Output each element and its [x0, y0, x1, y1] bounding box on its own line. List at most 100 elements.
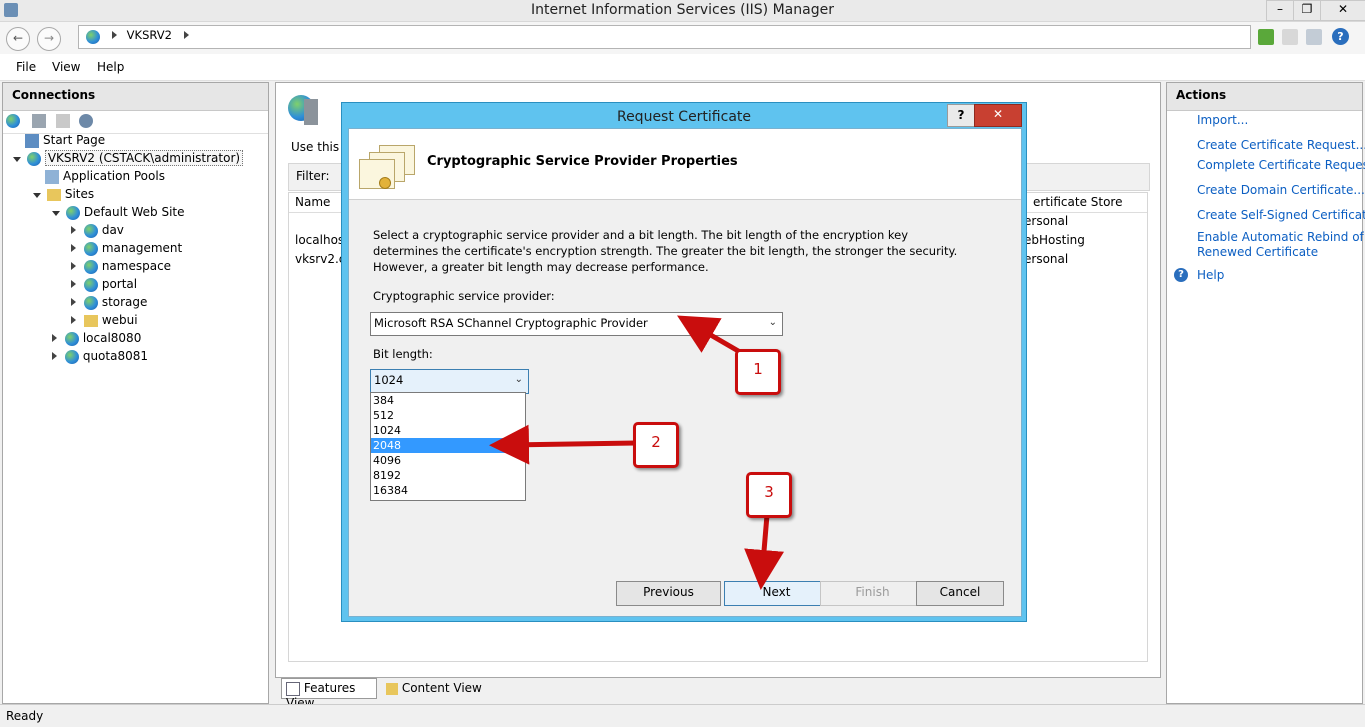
- tree-item[interactable]: VKSRV2 (CSTACK\administrator): [13, 149, 244, 167]
- collapse-icon[interactable]: [71, 298, 76, 306]
- tree-item[interactable]: dav: [71, 221, 124, 239]
- tree-item[interactable]: management: [71, 239, 182, 257]
- actions-header: Actions: [1167, 83, 1362, 111]
- up-icon[interactable]: [55, 114, 70, 128]
- back-button[interactable]: ←: [6, 27, 30, 51]
- tree-item[interactable]: portal: [71, 275, 137, 293]
- connect-icon[interactable]: [6, 114, 20, 128]
- dialog-description: Select a cryptographic service provider …: [373, 228, 958, 274]
- close-window-button[interactable]: ✕: [1320, 0, 1365, 21]
- bit-option[interactable]: 16384: [371, 483, 525, 498]
- menu-help[interactable]: Help: [97, 60, 124, 74]
- annotation-badge-3: 3: [746, 472, 792, 518]
- collapse-icon[interactable]: [71, 244, 76, 252]
- server-icon: [86, 30, 100, 44]
- filter-label: Filter:: [296, 169, 330, 183]
- connections-header: Connections: [3, 83, 268, 111]
- address-server[interactable]: VKSRV2: [127, 28, 172, 42]
- next-button[interactable]: Next: [724, 581, 829, 606]
- collapse-icon[interactable]: [71, 262, 76, 270]
- connections-panel: Connections Start Page VKSRV2 (CSTACK\ad…: [2, 82, 269, 704]
- action-create-domain-cert[interactable]: Create Domain Certificate...: [1197, 183, 1365, 197]
- bit-option[interactable]: 512: [371, 408, 525, 423]
- restore-button[interactable]: ❐: [1293, 0, 1321, 21]
- previous-button[interactable]: Previous: [616, 581, 721, 606]
- status-text: Ready: [6, 709, 44, 723]
- sites-folder-icon: [46, 188, 61, 201]
- bit-option[interactable]: 8192: [371, 468, 525, 483]
- disconnect-icon[interactable]: [79, 114, 94, 128]
- address-bar[interactable]: VKSRV2: [78, 25, 1251, 49]
- tree-item[interactable]: Default Web Site: [52, 203, 185, 221]
- help-circle-icon[interactable]: ?: [1332, 28, 1349, 45]
- refresh-icon[interactable]: [1258, 29, 1274, 45]
- csp-value: Microsoft RSA SChannel Cryptographic Pro…: [374, 316, 648, 330]
- chevron-down-icon: ⌄: [514, 374, 523, 385]
- expand-icon[interactable]: [33, 193, 41, 198]
- collapse-icon[interactable]: [52, 334, 57, 342]
- server-tower-icon: [304, 99, 318, 125]
- action-import[interactable]: Import...: [1197, 113, 1248, 127]
- dialog-help-button[interactable]: ?: [947, 104, 975, 127]
- action-enable-auto-rebind-2[interactable]: Renewed Certificate: [1197, 245, 1318, 259]
- expand-icon[interactable]: [13, 157, 21, 162]
- tree-item[interactable]: Start Page: [25, 131, 105, 149]
- action-create-cert-request[interactable]: Create Certificate Request...: [1197, 138, 1365, 152]
- window-title: Internet Information Services (IIS) Mana…: [531, 2, 834, 18]
- action-create-self-signed-cert[interactable]: Create Self-Signed Certificate...: [1197, 208, 1365, 222]
- bit-option-highlighted[interactable]: 2048: [371, 438, 525, 453]
- features-view-icon: [286, 681, 300, 696]
- expand-icon[interactable]: [52, 211, 60, 216]
- collapse-icon[interactable]: [71, 316, 76, 324]
- page-description: Use this f: [291, 140, 348, 154]
- dialog-close-button[interactable]: ✕: [974, 104, 1022, 127]
- action-help[interactable]: Help: [1197, 268, 1224, 282]
- bit-length-label: Bit length:: [373, 347, 433, 361]
- tree-item[interactable]: namespace: [71, 257, 171, 275]
- forward-button[interactable]: →: [37, 27, 61, 51]
- stop-icon[interactable]: [1282, 29, 1298, 45]
- bit-option[interactable]: 384: [371, 393, 525, 408]
- collapse-icon[interactable]: [71, 226, 76, 234]
- globe-icon: [65, 205, 80, 220]
- minimize-button[interactable]: –: [1266, 0, 1294, 21]
- csp-label: Cryptographic service provider:: [373, 289, 555, 303]
- tree-item[interactable]: local8080: [52, 329, 141, 347]
- finish-button[interactable]: Finish: [820, 581, 925, 606]
- tree-item[interactable]: Sites: [33, 185, 94, 203]
- dialog-header: Cryptographic Service Provider Propertie…: [349, 129, 1021, 200]
- home-icon[interactable]: [1306, 29, 1322, 45]
- help-icon: ?: [1174, 268, 1188, 282]
- menu-bar: File View Help: [0, 54, 1365, 81]
- action-complete-cert-request[interactable]: Complete Certificate Request...: [1197, 158, 1365, 172]
- dialog-heading: Cryptographic Service Provider Propertie…: [427, 154, 738, 169]
- features-view-tab[interactable]: Features View: [281, 678, 377, 710]
- csp-select[interactable]: Microsoft RSA SChannel Cryptographic Pro…: [370, 312, 783, 336]
- action-enable-auto-rebind[interactable]: Enable Automatic Rebind of: [1197, 230, 1364, 244]
- request-certificate-dialog: Request Certificate ? ✕ Cryptographic Se…: [341, 102, 1027, 622]
- collapse-icon[interactable]: [52, 352, 57, 360]
- cancel-button[interactable]: Cancel: [916, 581, 1004, 606]
- save-icon[interactable]: [31, 114, 46, 128]
- menu-file[interactable]: File: [16, 60, 36, 74]
- tree-item[interactable]: webui: [71, 311, 138, 329]
- menu-view[interactable]: View: [52, 60, 80, 74]
- content-view-tab[interactable]: Content View: [384, 679, 484, 699]
- tree-item[interactable]: quota8081: [52, 347, 148, 365]
- bit-option[interactable]: 1024: [371, 423, 525, 438]
- tree-item[interactable]: storage: [71, 293, 147, 311]
- app-icon: [83, 241, 98, 256]
- annotation-badge-2: 2: [633, 422, 679, 468]
- chevron-right-icon[interactable]: [183, 31, 189, 39]
- app-icon: [83, 277, 98, 292]
- annotation-badge-1: 1: [735, 349, 781, 395]
- app-icon: [83, 259, 98, 274]
- dialog-body: Cryptographic Service Provider Propertie…: [348, 128, 1022, 617]
- status-bar: Ready: [0, 704, 1365, 727]
- tree-item[interactable]: Application Pools: [45, 167, 165, 185]
- bit-length-select[interactable]: 1024 ⌄: [370, 369, 529, 394]
- folder-icon: [83, 314, 98, 327]
- bit-option[interactable]: 4096: [371, 453, 525, 468]
- collapse-icon[interactable]: [71, 280, 76, 288]
- chevron-down-icon: ⌄: [768, 317, 777, 328]
